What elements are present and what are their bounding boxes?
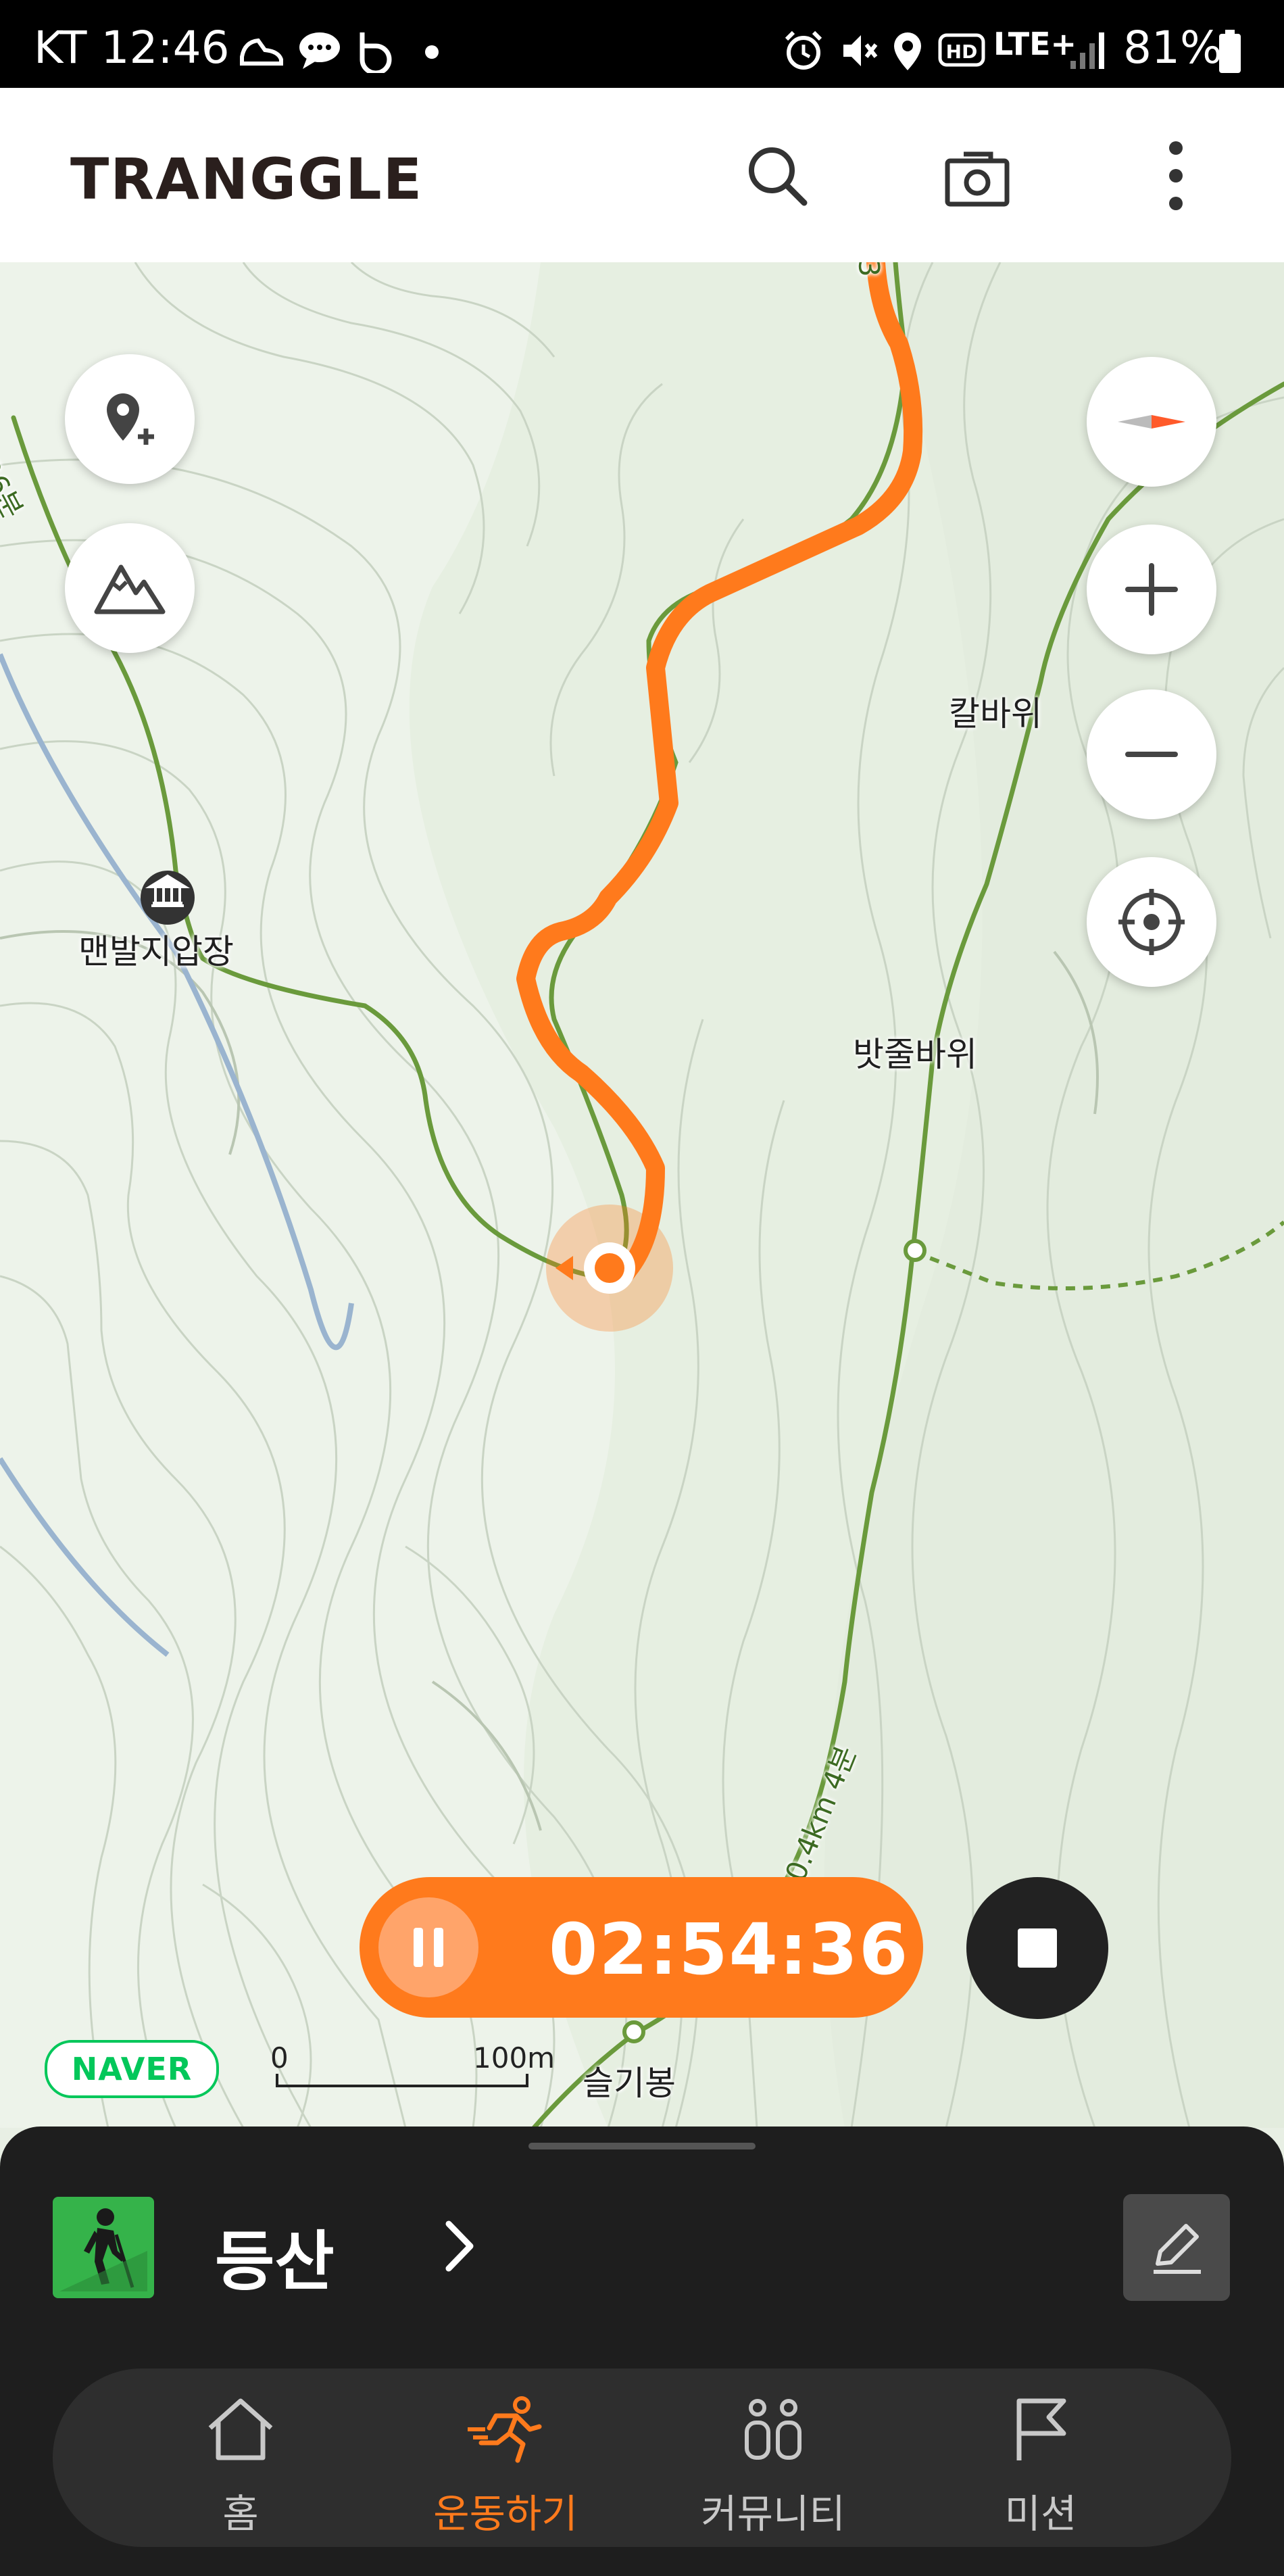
location-icon	[891, 30, 924, 76]
signal-icon	[1069, 30, 1106, 74]
zoom-in-button[interactable]	[1087, 525, 1216, 654]
search-icon	[749, 147, 808, 206]
svg-text:HD: HD	[946, 41, 978, 63]
naver-attribution: NAVER	[45, 2040, 219, 2098]
home-icon	[208, 2398, 273, 2460]
app-header: TRANGGLE	[0, 88, 1284, 263]
mountain-button[interactable]	[65, 523, 195, 653]
hiker-icon[interactable]	[53, 2197, 154, 2298]
poi-label[interactable]: 칼바위	[949, 687, 1042, 735]
terrain-map	[0, 262, 1284, 2128]
scale-zero: 0	[270, 2041, 289, 2074]
search-button[interactable]	[730, 128, 824, 223]
dot-icon	[424, 45, 439, 62]
battery-icon	[1218, 30, 1242, 77]
scale-distance: 100m	[473, 2041, 555, 2074]
nav-label: 홈	[222, 2491, 259, 2537]
add-location-icon	[107, 393, 154, 445]
map-view[interactable]: 2.0km 26분 3 0.4km 4분 맨발지압장 칼바위 밧줄바위 슬기봉	[0, 262, 1284, 2128]
flag-icon	[1016, 2398, 1066, 2460]
nav-item-mission[interactable]: 미션	[939, 2368, 1142, 2547]
more-menu-button[interactable]	[1129, 128, 1223, 223]
network-label: LTE+	[993, 26, 1077, 62]
stop-button[interactable]	[966, 1877, 1108, 2019]
sheet-handle[interactable]	[528, 2143, 756, 2149]
poi-label[interactable]: 슬기봉	[583, 2056, 676, 2105]
edit-button[interactable]	[1123, 2194, 1230, 2301]
app-logo: TRANGGLE	[70, 146, 424, 212]
my-location-icon	[1118, 889, 1185, 955]
nav-item-community[interactable]: 커뮤니티	[672, 2368, 874, 2547]
chevron-right-icon[interactable]	[439, 2216, 480, 2279]
edit-icon	[1154, 2224, 1201, 2274]
chat-icon	[297, 30, 342, 73]
my-location-button[interactable]	[1087, 857, 1216, 987]
zoom-out-icon	[1125, 752, 1178, 757]
zoom-in-icon	[1125, 563, 1178, 616]
scale-bar	[276, 2074, 528, 2087]
camera-button[interactable]	[930, 128, 1024, 223]
activity-type-label[interactable]: 등산	[215, 2209, 335, 2303]
status-bar: KT 12:46 HD LTE+ 81%	[0, 0, 1284, 88]
compass-icon	[1118, 415, 1185, 429]
stop-icon	[1018, 1928, 1057, 1968]
b-app-icon	[355, 30, 396, 76]
camera-icon	[945, 151, 1010, 207]
nav-label: 미션	[1004, 2491, 1077, 2537]
nav-item-home[interactable]: 홈	[139, 2368, 342, 2547]
bottom-sheet[interactable]: 등산 홈 운동하기 커뮤니티 미션	[0, 2127, 1284, 2576]
community-icon	[745, 2399, 801, 2460]
mute-icon	[838, 30, 879, 74]
alarm-icon	[783, 30, 824, 74]
compass-button[interactable]	[1087, 357, 1216, 487]
poi-label[interactable]: 밧줄바위	[853, 1027, 977, 1076]
recording-timer: 02:54:36	[360, 1877, 923, 2018]
nav-label: 운동하기	[433, 2491, 578, 2537]
map-scale: 0 100m	[270, 2041, 555, 2095]
bottom-navigation: 홈 운동하기 커뮤니티 미션	[53, 2368, 1231, 2547]
zoom-out-button[interactable]	[1087, 689, 1216, 819]
nav-item-exercise[interactable]: 운동하기	[404, 2368, 607, 2547]
pause-button[interactable]	[378, 1897, 478, 1997]
mountain-icon	[94, 564, 166, 614]
runner-icon	[468, 2396, 542, 2463]
hd-icon: HD	[938, 30, 985, 73]
shoe-icon	[238, 30, 285, 73]
elapsed-time: 02:54:36	[549, 1908, 910, 1991]
pause-icon	[414, 1928, 443, 1967]
poi-label[interactable]: 맨발지압장	[78, 925, 234, 973]
trail-distance-label: 3	[852, 262, 886, 278]
nav-label: 커뮤니티	[701, 2491, 845, 2537]
add-location-button[interactable]	[65, 354, 195, 484]
carrier-time: KT 12:46	[34, 22, 230, 74]
battery-percent: 81%	[1123, 22, 1223, 74]
more-vertical-icon	[1169, 141, 1183, 210]
